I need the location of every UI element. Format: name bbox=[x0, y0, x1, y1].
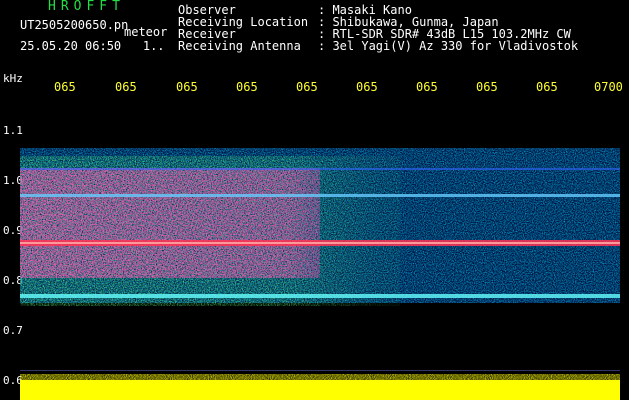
x-tick-label: 0700 bbox=[594, 80, 623, 94]
x-tick-label: 065 bbox=[236, 80, 258, 94]
file-name: UT2505200650.pn bbox=[20, 18, 129, 32]
info-row-antenna: Receiving Antenna : 3el Yagi(V) Az 330 fo… bbox=[178, 40, 578, 52]
info-value: : 3el Yagi(V) Az 330 for Vladivostok bbox=[318, 39, 579, 53]
reference-line bbox=[20, 168, 620, 170]
reference-line bbox=[20, 194, 620, 197]
x-tick-label: 065 bbox=[356, 80, 378, 94]
info-label: Receiving Antenna bbox=[178, 39, 301, 53]
date-time-suffix: 1.. bbox=[142, 39, 165, 53]
x-tick-label: 065 bbox=[176, 80, 198, 94]
brand-title: HROFFT bbox=[48, 0, 125, 14]
reference-line bbox=[20, 294, 620, 298]
date-time-value: 25.05.20 06:50 bbox=[20, 39, 122, 53]
meteor-label: meteor bbox=[124, 25, 168, 39]
spectrogram bbox=[20, 148, 620, 400]
station-info: Observer: Masaki Kano Receiving Location… bbox=[178, 4, 578, 52]
x-tick-label: 065 bbox=[476, 80, 498, 94]
x-tick-label: 065 bbox=[416, 80, 438, 94]
unit-label: kHz bbox=[3, 72, 23, 85]
x-tick-label: 065 bbox=[536, 80, 558, 94]
x-tick-label: 065 bbox=[54, 80, 76, 94]
carrier-line bbox=[20, 242, 620, 244]
signal-floor-texture bbox=[20, 374, 620, 384]
date-time: 25.05.20 06:50 1.. bbox=[20, 40, 165, 53]
x-tick-label: 065 bbox=[115, 80, 137, 94]
x-tick-label: 065 bbox=[296, 80, 318, 94]
activity-region-hot bbox=[20, 168, 320, 278]
grid-line bbox=[20, 370, 620, 371]
